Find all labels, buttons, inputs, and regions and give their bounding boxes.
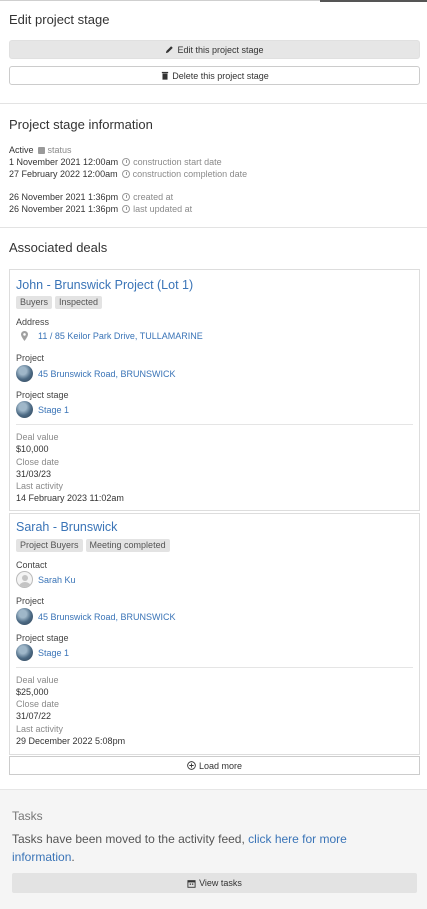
- delete-project-stage-label: Delete this project stage: [172, 70, 269, 81]
- deals-section-title: Associated deals: [9, 240, 108, 255]
- load-more-label: Load more: [198, 760, 243, 771]
- created-at-row: 26 November 2021 1:36pm created at: [9, 192, 173, 202]
- project-label: Project: [16, 596, 45, 606]
- deal-tag: Inspected: [55, 296, 103, 309]
- project-link[interactable]: 45 Brunswick Road, BRUNSWICK: [16, 365, 176, 382]
- tasks-message-text: Tasks have been moved to the activity fe…: [12, 832, 245, 846]
- project-stage-link[interactable]: Stage 1: [16, 644, 69, 661]
- tasks-message: Tasks have been moved to the activity fe…: [12, 830, 412, 866]
- updated-at-row: 26 November 2021 1:36pm last updated at: [9, 204, 192, 214]
- deal-tags: Project Buyers Meeting completed: [16, 539, 170, 552]
- last-activity-value: 14 February 2023 11:02am: [16, 493, 124, 503]
- start-date-row: 1 November 2021 12:00am construction sta…: [9, 157, 222, 167]
- deal-title-link[interactable]: John - Brunswick Project (Lot 1): [16, 278, 193, 292]
- close-date-label: Close date: [16, 457, 60, 467]
- divider: [0, 103, 427, 104]
- completion-date-value: 27 February 2022 12:00am: [9, 169, 118, 179]
- top-border-accent: [320, 0, 427, 2]
- close-date-label: Close date: [16, 699, 60, 709]
- info-section-title: Project stage information: [9, 117, 153, 132]
- status-label: status: [47, 145, 72, 155]
- updated-at-label: last updated at: [133, 204, 193, 214]
- start-date-value: 1 November 2021 12:00am: [9, 157, 119, 167]
- project-stage-label: Project stage: [16, 633, 69, 643]
- project-stage-value: Stage 1: [38, 404, 70, 415]
- last-activity-label: Last activity: [16, 481, 64, 491]
- address-value: 11 / 85 Keilor Park Drive, TULLAMARINE: [38, 331, 203, 341]
- last-activity-label: Last activity: [16, 724, 64, 734]
- view-tasks-label: View tasks: [199, 878, 242, 888]
- project-stage-label: Project stage: [16, 390, 69, 400]
- edit-project-stage-button[interactable]: Edit this project stage: [9, 40, 420, 59]
- project-stage-link[interactable]: Stage 1: [16, 401, 69, 418]
- status-row: Active status: [9, 145, 72, 155]
- deal-tag: Buyers: [16, 296, 53, 309]
- card-divider: [16, 667, 413, 668]
- delete-project-stage-button[interactable]: Delete this project stage: [9, 66, 420, 85]
- tasks-title: Tasks: [12, 809, 43, 823]
- address-label: Address: [16, 317, 50, 327]
- completion-date-row: 27 February 2022 12:00am construction co…: [9, 169, 247, 179]
- deal-value: $25,000: [16, 687, 49, 697]
- updated-at-value: 26 November 2021 1:36pm: [9, 204, 119, 214]
- project-stage-thumbnail: [16, 401, 33, 418]
- created-at-value: 26 November 2021 1:36pm: [9, 192, 119, 202]
- project-value: 45 Brunswick Road, BRUNSWICK: [38, 368, 176, 379]
- last-activity-value: 29 December 2022 5:08pm: [16, 736, 126, 746]
- contact-value: Sarah Ku: [38, 574, 76, 585]
- clock-icon: [122, 193, 131, 201]
- address-link[interactable]: 11 / 85 Keilor Park Drive, TULLAMARINE: [16, 330, 203, 342]
- project-thumbnail: [16, 608, 33, 625]
- completion-date-label: construction completion date: [132, 169, 248, 179]
- project-thumbnail: [16, 365, 33, 382]
- edit-section-title: Edit project stage: [9, 12, 110, 27]
- calendar-icon: [187, 879, 196, 888]
- close-date-value: 31/03/23: [16, 469, 52, 479]
- deal-tag: Project Buyers: [16, 539, 83, 552]
- close-date-value: 31/07/22: [16, 711, 52, 721]
- deal-card: Sarah - Brunswick Project Buyers Meeting…: [9, 513, 420, 755]
- trash-icon: [160, 71, 169, 80]
- deal-value: $10,000: [16, 444, 49, 454]
- tasks-panel: Tasks Tasks have been moved to the activ…: [0, 789, 427, 909]
- deal-value-label: Deal value: [16, 675, 59, 685]
- contact-label: Contact: [16, 560, 48, 570]
- deal-tags: Buyers Inspected: [16, 296, 103, 309]
- project-link[interactable]: 45 Brunswick Road, BRUNSWICK: [16, 608, 176, 625]
- project-stage-value: Stage 1: [38, 647, 70, 658]
- project-value: 45 Brunswick Road, BRUNSWICK: [38, 611, 176, 622]
- status-value: Active: [9, 145, 34, 155]
- contact-avatar: [16, 571, 33, 588]
- deal-tag: Meeting completed: [85, 539, 170, 552]
- pencil-icon: [165, 45, 174, 54]
- view-tasks-button[interactable]: View tasks: [12, 873, 417, 893]
- start-date-label: construction start date: [133, 157, 222, 167]
- clock-icon: [121, 170, 130, 178]
- map-pin-icon: [16, 330, 33, 342]
- project-label: Project: [16, 353, 45, 363]
- deal-title-link[interactable]: Sarah - Brunswick: [16, 520, 117, 534]
- clock-icon: [122, 158, 131, 166]
- clock-icon: [122, 205, 131, 213]
- edit-project-stage-label: Edit this project stage: [177, 44, 264, 55]
- status-icon: [37, 146, 45, 154]
- tasks-message-end: .: [71, 850, 75, 864]
- plus-circle-icon: [187, 761, 196, 770]
- created-at-label: created at: [133, 192, 174, 202]
- project-stage-thumbnail: [16, 644, 33, 661]
- deal-value-label: Deal value: [16, 432, 59, 442]
- deal-card: John - Brunswick Project (Lot 1) Buyers …: [9, 269, 420, 511]
- card-divider: [16, 424, 413, 425]
- load-more-button[interactable]: Load more: [9, 756, 420, 775]
- divider: [0, 227, 427, 228]
- contact-link[interactable]: Sarah Ku: [16, 571, 76, 588]
